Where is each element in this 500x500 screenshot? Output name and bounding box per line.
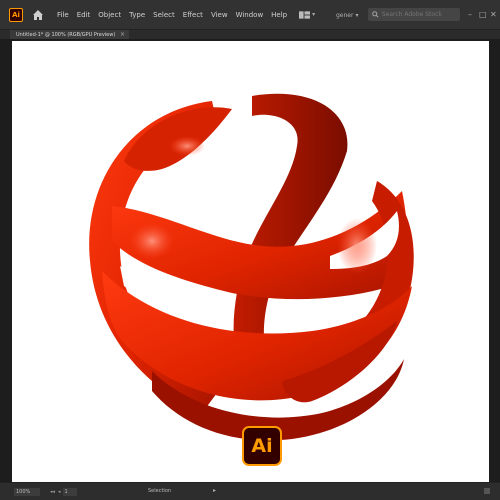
scroll-handle[interactable] (484, 488, 490, 494)
first-artboard-icon[interactable]: ◂◂ (50, 489, 55, 495)
chevron-down-icon: ▾ (312, 11, 316, 18)
menu-object[interactable]: Object (94, 0, 125, 30)
document-tab-title: Untitled-1* @ 100% (RGB/GPU Preview) (16, 31, 116, 38)
chevron-right-icon[interactable]: ▸ (213, 487, 216, 494)
chevron-down-icon: ▾ (355, 11, 359, 19)
home-icon[interactable] (31, 8, 45, 22)
zoom-field[interactable]: 100% (14, 487, 40, 496)
highlight-right (337, 218, 377, 274)
artboard[interactable]: Ai (12, 41, 489, 482)
ribbon-sphere-artwork[interactable] (12, 41, 489, 482)
menu-bar: Ai File Edit Object Type Select Effect V… (0, 0, 500, 30)
menu-edit[interactable]: Edit (73, 0, 95, 30)
zoom-value: 100% (16, 488, 31, 495)
document-tab[interactable]: Untitled-1* @ 100% (RGB/GPU Preview) × (10, 30, 129, 39)
highlight-top (169, 136, 205, 156)
artboard-number-field[interactable]: 1 (62, 487, 77, 496)
minimize-icon[interactable]: – (468, 9, 472, 21)
ribbon-vertical-band (233, 93, 348, 362)
app-logo: Ai (9, 7, 23, 22)
menu-window[interactable]: Window (232, 0, 268, 30)
document-tab-bar: Untitled-1* @ 100% (RGB/GPU Preview) × (0, 30, 500, 39)
artboard-number: 1 (64, 488, 68, 495)
workspace-label: gener (336, 11, 354, 19)
stock-search[interactable] (368, 8, 460, 21)
workspace-switcher[interactable]: gener ▾ (336, 9, 358, 21)
current-tool: Selection (148, 488, 172, 494)
previous-artboard-icon[interactable]: ◂ (58, 489, 61, 495)
highlight-left (130, 223, 174, 259)
maximize-icon[interactable]: □ (479, 9, 487, 21)
illustrator-window: Ai File Edit Object Type Select Effect V… (0, 0, 500, 500)
menu-select[interactable]: Select (149, 0, 179, 30)
menu-view[interactable]: View (207, 0, 232, 30)
close-icon[interactable]: × (120, 31, 125, 38)
menu-help[interactable]: Help (267, 0, 291, 30)
menu-file[interactable]: File (53, 0, 73, 30)
search-icon (372, 11, 379, 18)
artboard-navigation: ◂◂ ◂ (50, 489, 61, 495)
menu-type[interactable]: Type (125, 0, 149, 30)
canvas-area[interactable]: Ai (0, 39, 500, 482)
search-input[interactable] (378, 11, 460, 18)
status-bar: 100% ◂◂ ◂ 1 Selection ▸ (0, 482, 500, 500)
main-menu: File Edit Object Type Select Effect View… (53, 0, 291, 30)
close-window-icon[interactable]: ✕ (490, 9, 497, 21)
arrange-documents-icon[interactable]: ▾ (299, 10, 315, 20)
illustrator-badge: Ai (242, 426, 282, 466)
menu-effect[interactable]: Effect (179, 0, 207, 30)
